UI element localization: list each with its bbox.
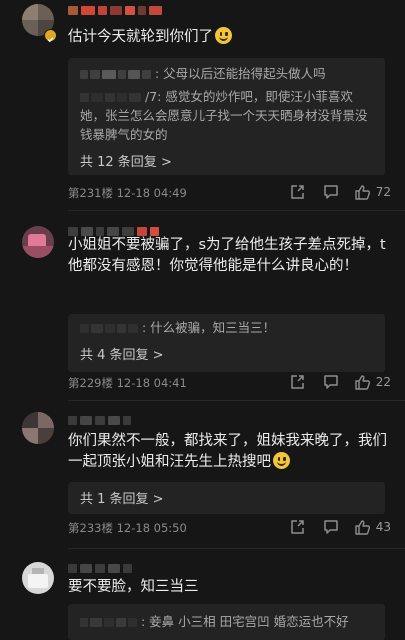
reply-username[interactable] (80, 93, 141, 102)
view-more-replies-link[interactable]: 共 4 条回复 > (80, 344, 164, 363)
reply-list: : 什么被骗，知三当三！ 共 4 条回复 > (68, 314, 385, 372)
share-icon[interactable] (288, 183, 306, 201)
reply-list: 共 1 条回复 > (68, 482, 385, 514)
like-count: 43 (375, 520, 391, 534)
comment-text: 小姐姐不要被骗了，s为了给他生孩子差点死掉，t他都没有感恩！你觉得他能是什么讲良… (68, 235, 387, 277)
reply-list: : 父母以后还能抬得起头做人吗 /7: 感觉女的炒作吧，即使汪小菲喜欢她，张兰怎… (68, 58, 385, 175)
comment-text: 估计今天就轮到你们了 (68, 27, 387, 48)
thumbs-up-icon[interactable] (354, 518, 372, 536)
divider (68, 210, 405, 211)
view-more-replies-link[interactable]: 共 1 条回复 > (80, 488, 164, 507)
comment-text: 要不要脸，知三当三 (68, 577, 387, 598)
reply-item[interactable]: : 什么被骗，知三当三！ (80, 318, 375, 337)
reply-item[interactable]: : 父母以后还能抬得起头做人吗 (80, 64, 375, 83)
comment-item: 估计今天就轮到你们了 : 父母以后还能抬得起头做人吗 /7: 感觉女的炒作吧，即… (0, 0, 405, 211)
comment-icon[interactable] (322, 183, 340, 201)
verified-badge-icon (44, 29, 57, 43)
comment-item: 你们果然不一般，都找来了，姐妹我来晚了，我们一起顶张小姐和汪先生上热搜吧 共 1… (0, 402, 405, 552)
comment-footer: 第231楼 12-18 04:49 72 (68, 182, 391, 202)
thumbs-up-icon[interactable] (354, 183, 372, 201)
reply-text: : 父母以后还能抬得起头做人吗 (155, 66, 326, 81)
reply-item[interactable]: : 妾鼻 小三相 田宅宫凹 婚恋运也不好 (80, 612, 375, 631)
grinning-emoji-icon (273, 452, 290, 469)
comment-text-content: 小姐姐不要被骗了，s为了给他生孩子差点死掉，t他都没有感恩！你觉得他能是什么讲良… (68, 237, 386, 274)
username[interactable] (68, 4, 162, 16)
like-count: 22 (375, 375, 391, 389)
reply-username[interactable] (80, 324, 138, 333)
view-more-replies-link[interactable]: 共 12 条回复 > (80, 151, 172, 170)
grinning-emoji-icon (215, 27, 232, 44)
share-icon[interactable] (288, 518, 306, 536)
share-icon[interactable] (288, 373, 306, 391)
comment-item: 要不要脸，知三当三 : 妾鼻 小三相 田宅宫凹 婚恋运也不好 (0, 552, 405, 640)
comment-icon[interactable] (322, 373, 340, 391)
comment-icon[interactable] (322, 518, 340, 536)
reply-text: : 妾鼻 小三相 田宅宫凹 婚恋运也不好 (141, 614, 349, 629)
comment-footer: 第233楼 12-18 05:50 43 (68, 517, 391, 537)
comment-text: 你们果然不一般，都找来了，姐妹我来晚了，我们一起顶张小姐和汪先生上热搜吧 (68, 431, 387, 473)
divider (68, 400, 405, 401)
reply-item[interactable]: /7: 感觉女的炒作吧，即使汪小菲喜欢她，张兰怎么会愿意儿子找一个天天晒身材没背… (80, 87, 375, 144)
floor-and-time: 第229楼 12-18 04:41 (68, 376, 187, 390)
comment-item: 小姐姐不要被骗了，s为了给他生孩子差点死掉，t他都没有感恩！你觉得他能是什么讲良… (0, 212, 405, 402)
avatar[interactable] (22, 412, 54, 444)
comment-footer: 第229楼 12-18 04:41 22 (68, 372, 391, 392)
comment-text-content: 要不要脸，知三当三 (68, 579, 199, 595)
reply-username[interactable] (80, 618, 137, 627)
reply-username[interactable] (80, 70, 151, 79)
username[interactable] (68, 562, 132, 574)
floor-and-time: 第231楼 12-18 04:49 (68, 186, 187, 200)
thumbs-up-icon[interactable] (354, 373, 372, 391)
reply-text: : 什么被骗，知三当三！ (142, 320, 276, 335)
reply-list: : 妾鼻 小三相 田宅宫凹 婚恋运也不好 (68, 604, 385, 640)
floor-and-time: 第233楼 12-18 05:50 (68, 521, 187, 535)
username[interactable] (68, 414, 131, 426)
avatar[interactable] (22, 562, 54, 594)
like-count: 72 (375, 185, 391, 199)
comment-text-content: 估计今天就轮到你们了 (68, 29, 213, 45)
avatar[interactable] (22, 226, 54, 258)
comment-text-content: 你们果然不一般，都找来了，姐妹我来晚了，我们一起顶张小姐和汪先生上热搜吧 (68, 433, 387, 470)
divider (68, 548, 405, 549)
